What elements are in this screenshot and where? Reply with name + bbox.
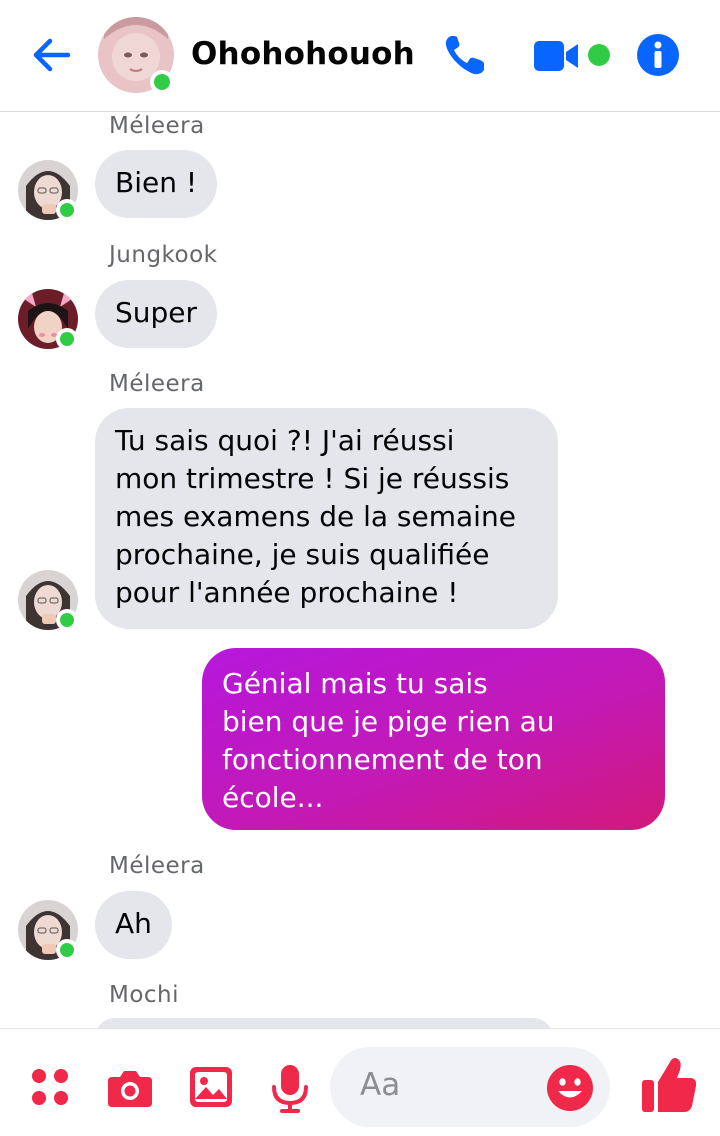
message-text: Super <box>115 296 198 329</box>
sender-name: Méleera <box>109 113 205 139</box>
message-line: Tu sais quoi ?! J'ai réussi <box>115 424 455 457</box>
message-bubble-incoming[interactable]: Tu sais quoi ?! J'ai réussi mon trimestr… <box>95 408 558 629</box>
message-line: mes examens de la semaine <box>115 500 516 533</box>
thumbs-up-icon[interactable] <box>640 1054 698 1114</box>
message-line: mon trimestre ! Si je réussis <box>115 462 510 495</box>
video-call-icon[interactable] <box>532 38 582 74</box>
message-line: école... <box>222 781 324 814</box>
camera-icon[interactable] <box>106 1067 154 1109</box>
online-indicator <box>56 939 78 961</box>
message-input-placeholder: Aa <box>360 1067 401 1103</box>
message-text: Bien ! <box>115 166 198 199</box>
sender-name: Méleera <box>109 371 205 397</box>
info-icon[interactable] <box>636 33 680 77</box>
message-line: pour l'année prochaine ! <box>115 576 459 609</box>
gallery-icon[interactable] <box>188 1065 234 1109</box>
microphone-icon[interactable] <box>268 1063 312 1115</box>
message-line: Génial mais tu sais <box>222 667 488 700</box>
online-indicator <box>56 609 78 631</box>
message-text: Ah <box>115 907 152 940</box>
online-indicator <box>56 328 78 350</box>
message-bubble-incoming[interactable]: Super <box>95 280 218 348</box>
emoji-icon[interactable] <box>546 1064 594 1112</box>
online-indicator <box>56 199 78 221</box>
phone-call-icon[interactable] <box>440 32 490 80</box>
active-call-indicator <box>588 44 610 66</box>
conversation-title[interactable]: Ohohohouoh <box>191 36 415 72</box>
message-line: bien que je pige rien au <box>222 705 555 738</box>
sender-name: Jungkook <box>109 242 218 268</box>
message-bubble-incoming[interactable]: Ah <box>95 891 172 959</box>
message-composer: Aa <box>0 1028 720 1136</box>
message-line: prochaine, je suis qualifiée <box>115 538 490 571</box>
message-bubble-outgoing[interactable]: Génial mais tu sais bien que je pige rie… <box>202 648 665 830</box>
message-bubble-incoming[interactable]: Bien ! <box>95 150 218 218</box>
back-arrow-icon[interactable] <box>28 30 78 80</box>
conversation-header: Ohohohouoh <box>0 0 720 112</box>
sender-name: Méleera <box>109 853 205 879</box>
apps-icon[interactable] <box>30 1067 70 1107</box>
message-line: fonctionnement de ton <box>222 743 543 776</box>
contact-online-indicator <box>150 70 174 94</box>
sender-name: Mochi <box>109 982 180 1008</box>
